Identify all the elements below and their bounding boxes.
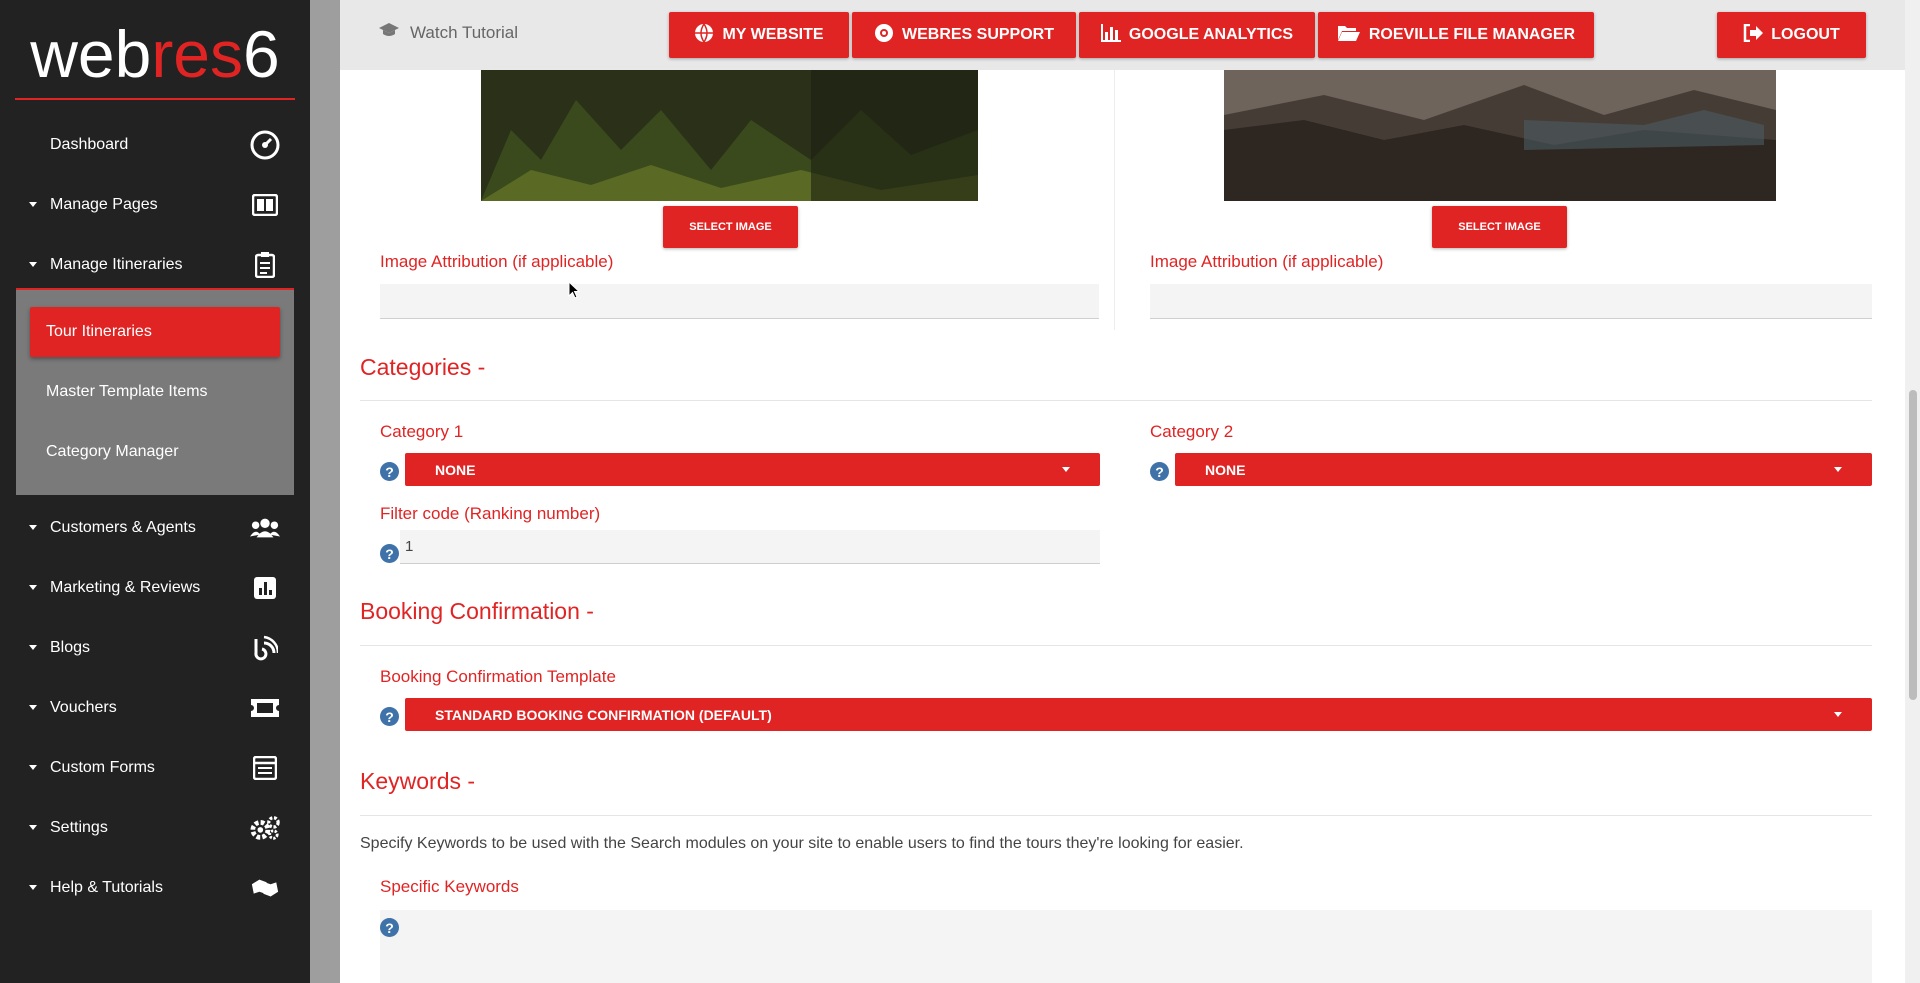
caret-down-icon — [29, 585, 37, 590]
form-icon — [250, 753, 280, 783]
logout-icon — [1743, 23, 1764, 47]
webres6-logo[interactable]: webres6 — [15, 14, 295, 100]
dropdown-arrow-icon — [1834, 712, 1842, 717]
booking-template-dropdown[interactable]: STANDARD BOOKING CONFIRMATION (DEFAULT) — [405, 698, 1872, 731]
category1-label: Category 1 — [380, 422, 464, 441]
help-icon[interactable]: ? — [380, 707, 399, 726]
sidebar-item-customers-agents[interactable]: Customers & Agents — [0, 498, 310, 558]
globe-icon — [694, 23, 714, 48]
handshake-icon — [250, 873, 280, 903]
blog-icon — [250, 633, 280, 663]
pages-icon — [250, 190, 280, 220]
google-analytics-button[interactable]: GOOGLE ANALYTICS — [1079, 12, 1315, 58]
attribution-label-right: Image Attribution (if applicable) — [1150, 252, 1384, 271]
sidebar-item-settings[interactable]: Settings — [0, 798, 310, 858]
caret-down-icon — [29, 645, 37, 650]
sidebar-item-manage-pages[interactable]: Manage Pages — [0, 175, 310, 235]
specific-keywords-label: Specific Keywords — [380, 877, 519, 896]
category1-dropdown[interactable]: NONE — [405, 453, 1100, 486]
filter-code-label: Filter code (Ranking number) — [380, 504, 601, 523]
booking-confirmation-heading: Booking Confirmation - — [360, 598, 594, 624]
dropdown-arrow-icon — [1834, 467, 1842, 472]
itineraries-submenu: Tour Itineraries Master Template Items C… — [16, 290, 294, 495]
logout-button[interactable]: LOGOUT — [1717, 12, 1866, 58]
sidebar-item-vouchers[interactable]: Vouchers — [0, 678, 310, 738]
specific-keywords-textarea[interactable] — [380, 910, 1872, 983]
attribution-input-left[interactable] — [380, 284, 1099, 319]
main-content: SELECT IMAGE SELECT IMAGE Image Attribut… — [340, 70, 1905, 983]
column-divider — [1114, 70, 1115, 330]
caret-down-icon — [29, 262, 37, 267]
chart-icon — [250, 573, 280, 603]
page-scrollbar[interactable] — [1905, 0, 1920, 983]
clipboard-icon — [250, 250, 280, 280]
my-website-button[interactable]: MY WEBSITE — [669, 12, 849, 58]
category2-dropdown[interactable]: NONE — [1175, 453, 1872, 486]
divider — [360, 815, 1872, 816]
users-icon — [250, 513, 280, 543]
dashboard-icon — [250, 130, 280, 160]
select-image-button-left[interactable]: SELECT IMAGE — [663, 206, 798, 248]
scrollbar-thumb[interactable] — [1909, 390, 1917, 700]
sidebar-item-help-tutorials[interactable]: Help & Tutorials — [0, 858, 310, 918]
top-bar: Watch Tutorial MY WEBSITE WEBRES SUPPORT… — [340, 0, 1905, 70]
forest-image — [481, 70, 978, 201]
sidebar-item-marketing-reviews[interactable]: Marketing & Reviews — [0, 558, 310, 618]
caret-down-icon — [29, 885, 37, 890]
caret-down-icon — [29, 765, 37, 770]
divider — [360, 400, 1872, 401]
category2-label: Category 2 — [1150, 422, 1234, 441]
submenu-item-category-manager[interactable]: Category Manager — [30, 427, 280, 477]
bar-chart-icon — [1100, 23, 1121, 47]
help-icon[interactable]: ? — [1150, 462, 1169, 481]
caret-down-icon — [29, 825, 37, 830]
sidebar-item-manage-itineraries[interactable]: Manage Itineraries — [0, 235, 310, 295]
folder-open-icon — [1337, 24, 1361, 47]
keywords-heading: Keywords - — [360, 768, 476, 794]
keywords-description: Specify Keywords to be used with the Sea… — [360, 835, 1244, 852]
help-icon[interactable]: ? — [380, 544, 399, 563]
sidebar: webres6 Dashboard Manage Pages Manage It… — [0, 0, 310, 983]
categories-heading: Categories - — [360, 354, 486, 380]
filter-code-input[interactable]: 1 — [400, 530, 1100, 564]
gears-icon — [250, 813, 280, 843]
sidebar-item-custom-forms[interactable]: Custom Forms — [0, 738, 310, 798]
caret-down-icon — [29, 525, 37, 530]
caret-down-icon — [29, 705, 37, 710]
help-icon[interactable]: ? — [380, 462, 399, 481]
itinerary-image-left — [481, 70, 978, 201]
help-icon[interactable]: ? — [380, 918, 399, 937]
dropdown-arrow-icon — [1062, 467, 1070, 472]
roeville-file-manager-button[interactable]: ROEVILLE FILE MANAGER — [1318, 12, 1594, 58]
itinerary-image-right — [1224, 70, 1776, 201]
sidebar-item-blogs[interactable]: Blogs — [0, 618, 310, 678]
caret-down-icon — [29, 202, 37, 207]
select-image-button-right[interactable]: SELECT IMAGE — [1432, 206, 1567, 248]
booking-template-label: Booking Confirmation Template — [380, 667, 616, 686]
ticket-icon — [250, 693, 280, 723]
mouse-cursor-icon — [568, 280, 581, 304]
submenu-item-tour-itineraries[interactable]: Tour Itineraries — [30, 307, 280, 357]
submenu-item-master-template-items[interactable]: Master Template Items — [30, 367, 280, 417]
mountain-valley-image — [1224, 70, 1776, 201]
divider — [360, 645, 1872, 646]
webres-support-button[interactable]: WEBRES SUPPORT — [852, 12, 1076, 58]
lifebuoy-icon — [874, 23, 894, 48]
sidebar-item-dashboard[interactable]: Dashboard — [0, 115, 310, 175]
watch-tutorial-link[interactable]: Watch Tutorial — [378, 22, 518, 43]
attribution-label-left: Image Attribution (if applicable) — [380, 252, 614, 271]
attribution-input-right[interactable] — [1150, 284, 1872, 319]
graduation-cap-icon — [378, 22, 400, 43]
